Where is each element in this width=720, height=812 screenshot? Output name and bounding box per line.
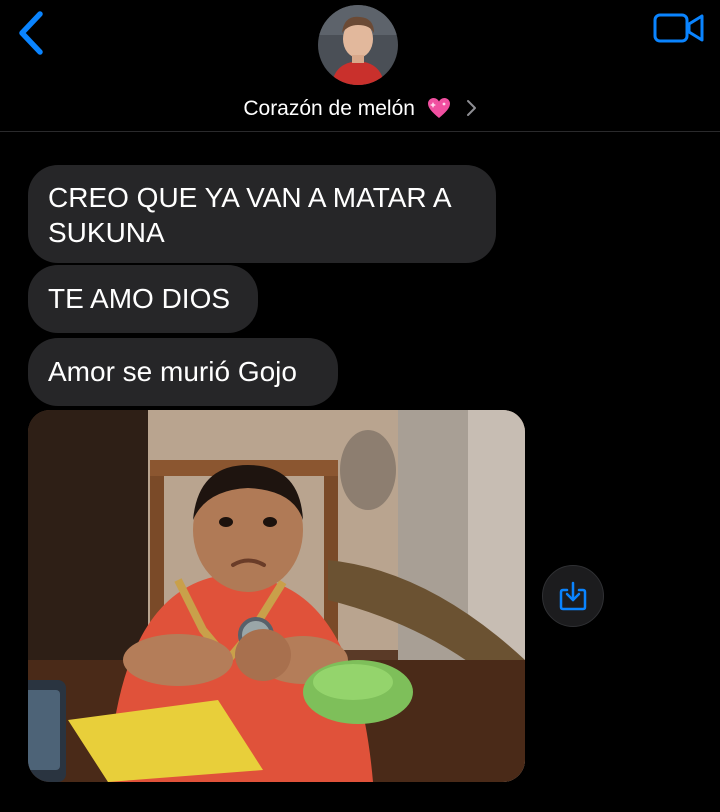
message-bubble[interactable]: CREO QUE YA VAN A MATAR A SUKUNA (28, 165, 496, 263)
contact-name-link[interactable]: Corazón de melón (0, 95, 720, 123)
save-to-photos-icon (559, 581, 587, 611)
sparkling-heart-icon (427, 98, 450, 118)
message-bubble[interactable]: TE AMO DIOS (28, 265, 258, 333)
video-call-button[interactable] (652, 10, 706, 46)
save-image-button[interactable] (542, 565, 604, 627)
chevron-right-icon (466, 100, 476, 116)
image-attachment[interactable] (28, 410, 525, 782)
message-bubble[interactable]: Amor se murió Gojo (28, 338, 338, 406)
contact-name: Corazón de melón (243, 97, 415, 120)
chevron-left-icon (19, 11, 43, 55)
video-camera-icon (653, 13, 704, 43)
back-button[interactable] (12, 8, 52, 58)
contact-avatar[interactable] (318, 5, 398, 85)
conversation-header: Corazón de melón (0, 0, 720, 132)
